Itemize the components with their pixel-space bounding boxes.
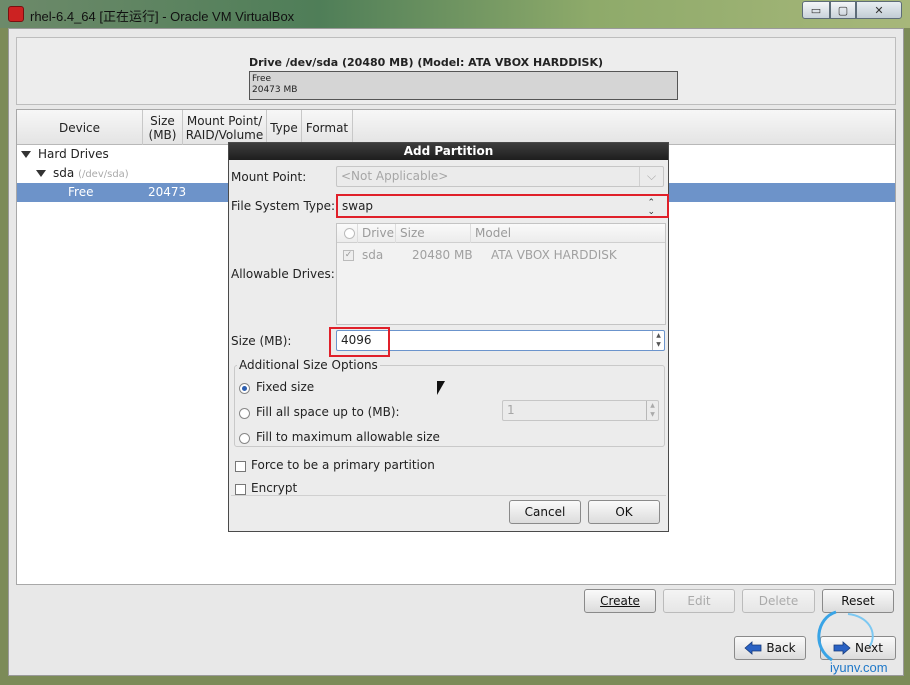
drive-label: Drive /dev/sda (20480 MB) (Model: ATA VB… xyxy=(249,56,604,69)
window-title: rhel-6.4_64 [正在运行] - Oracle VM VirtualBo… xyxy=(30,9,295,24)
window-titlebar: rhel-6.4_64 [正在运行] - Oracle VM VirtualBo… xyxy=(0,0,910,28)
free-size: 20473 xyxy=(148,185,187,199)
expander-down-icon[interactable] xyxy=(21,151,31,158)
drive-free-segment[interactable]: Free 20473 MB xyxy=(249,71,678,100)
fill-up-to-spinner[interactable]: ▲ ▼ xyxy=(646,401,658,420)
sda-path: (/dev/sda) xyxy=(78,169,129,180)
ok-label: OK xyxy=(615,505,633,519)
back-button[interactable]: Back xyxy=(734,636,806,660)
up-arrow-icon: ▲ xyxy=(650,401,655,409)
force-primary-label: Force to be a primary partition xyxy=(251,458,435,472)
fill-max-label: Fill to maximum allowable size xyxy=(256,430,440,444)
free-segment-label: Free xyxy=(252,74,272,84)
size-value: 4096 xyxy=(341,333,372,347)
updown-arrows-icon: ⌃ ⌄ xyxy=(647,198,655,217)
encrypt-checkbox[interactable] xyxy=(235,484,246,495)
allowable-drives-label: Allowable Drives: xyxy=(231,267,335,281)
model-col-header: Model xyxy=(470,224,511,243)
fill-up-to-label: Fill all space up to (MB): xyxy=(256,405,400,419)
drive-name: sda xyxy=(362,248,384,262)
fixed-size-radio[interactable] xyxy=(239,383,250,394)
free-segment-size: 20473 MB xyxy=(252,85,298,95)
col-format[interactable]: Format xyxy=(302,110,353,145)
create-button[interactable]: Create xyxy=(584,589,656,613)
add-partition-dialog: Add Partition Mount Point: <Not Applicab… xyxy=(228,142,669,532)
dialog-title: Add Partition xyxy=(229,143,668,160)
sda-label: sda xyxy=(53,166,75,180)
minimize-icon: ▭ xyxy=(810,3,822,17)
ok-button[interactable]: OK xyxy=(588,500,660,524)
watermark-text: iyunv.com xyxy=(830,660,888,675)
fill-up-to-value: 1 xyxy=(507,403,515,417)
expander-down-icon[interactable] xyxy=(36,170,46,177)
fill-max-radio[interactable] xyxy=(239,433,250,444)
additional-size-title: Additional Size Options xyxy=(237,358,380,372)
down-arrow-icon: ▼ xyxy=(656,341,661,349)
chevron-down-icon: ⌵ xyxy=(639,167,663,186)
drive-row-sda[interactable]: ✓ sda 20480 MB ATA VBOX HARDDISK xyxy=(337,246,665,264)
maximize-icon: ▢ xyxy=(837,3,849,17)
mount-point-value: <Not Applicable> xyxy=(341,169,449,183)
edit-button[interactable]: Edit xyxy=(663,589,735,613)
delete-label: Delete xyxy=(758,594,799,608)
drive-checkbox[interactable]: ✓ xyxy=(343,250,354,261)
fs-type-value: swap xyxy=(342,199,374,213)
back-arrow-icon xyxy=(744,641,762,655)
fs-type-combo[interactable]: swap ⌃ ⌄ xyxy=(338,197,663,218)
force-primary-checkbox[interactable] xyxy=(235,461,246,472)
fill-up-to-spin-input[interactable]: 1 ▲ ▼ xyxy=(502,400,659,421)
mouse-cursor-icon xyxy=(437,381,445,395)
dialog-separator xyxy=(231,495,666,496)
drive-col-header: Drive xyxy=(357,224,394,243)
col-type[interactable]: Type xyxy=(267,110,302,145)
watermark-logo: iyunv.com xyxy=(808,604,910,682)
virtualbox-app-icon xyxy=(8,6,24,22)
drive-size: 20480 MB xyxy=(412,248,473,262)
minimize-button[interactable]: ▭ xyxy=(802,1,830,19)
size-label: Size (MB): xyxy=(231,334,292,348)
size-col-header: Size xyxy=(395,224,425,243)
close-icon: ✕ xyxy=(874,3,884,17)
encrypt-label: Encrypt xyxy=(251,481,298,495)
back-label: Back xyxy=(766,641,796,655)
drive-model: ATA VBOX HARDDISK xyxy=(491,248,617,262)
cancel-label: Cancel xyxy=(524,505,566,519)
fill-up-to-radio[interactable] xyxy=(239,408,250,419)
create-label: Create xyxy=(600,594,640,608)
col-mount-point[interactable]: Mount Point/ RAID/Volume xyxy=(183,110,267,145)
table-header: Device Size (MB) Mount Point/ RAID/Volum… xyxy=(17,110,895,145)
up-arrow-icon: ▲ xyxy=(656,331,661,339)
col-size[interactable]: Size (MB) xyxy=(143,110,183,145)
cancel-button[interactable]: Cancel xyxy=(509,500,581,524)
hard-drives-label: Hard Drives xyxy=(38,147,109,161)
size-spin-input[interactable]: 4096 ▲ ▼ xyxy=(336,330,665,351)
down-arrow-icon: ▼ xyxy=(650,411,655,419)
mount-point-combo[interactable]: <Not Applicable> ⌵ xyxy=(336,166,664,187)
free-label: Free xyxy=(68,185,94,199)
drives-header: Drive Size Model xyxy=(337,224,665,243)
mount-point-label: Mount Point: xyxy=(231,170,307,184)
select-all-radio xyxy=(344,228,355,239)
col-device[interactable]: Device xyxy=(17,110,143,145)
delete-button[interactable]: Delete xyxy=(742,589,815,613)
size-spinner[interactable]: ▲ ▼ xyxy=(652,331,664,350)
window-controls: ▭ ▢ ✕ xyxy=(802,1,902,19)
maximize-button[interactable]: ▢ xyxy=(830,1,856,19)
allowable-drives-list[interactable]: Drive Size Model ✓ sda 20480 MB ATA VBOX… xyxy=(336,223,666,325)
fs-type-label: File System Type: xyxy=(231,199,336,213)
drive-overview-panel: Drive /dev/sda (20480 MB) (Model: ATA VB… xyxy=(16,37,896,105)
close-button[interactable]: ✕ xyxy=(856,1,902,19)
edit-label: Edit xyxy=(687,594,711,608)
fixed-size-label: Fixed size xyxy=(256,380,315,394)
